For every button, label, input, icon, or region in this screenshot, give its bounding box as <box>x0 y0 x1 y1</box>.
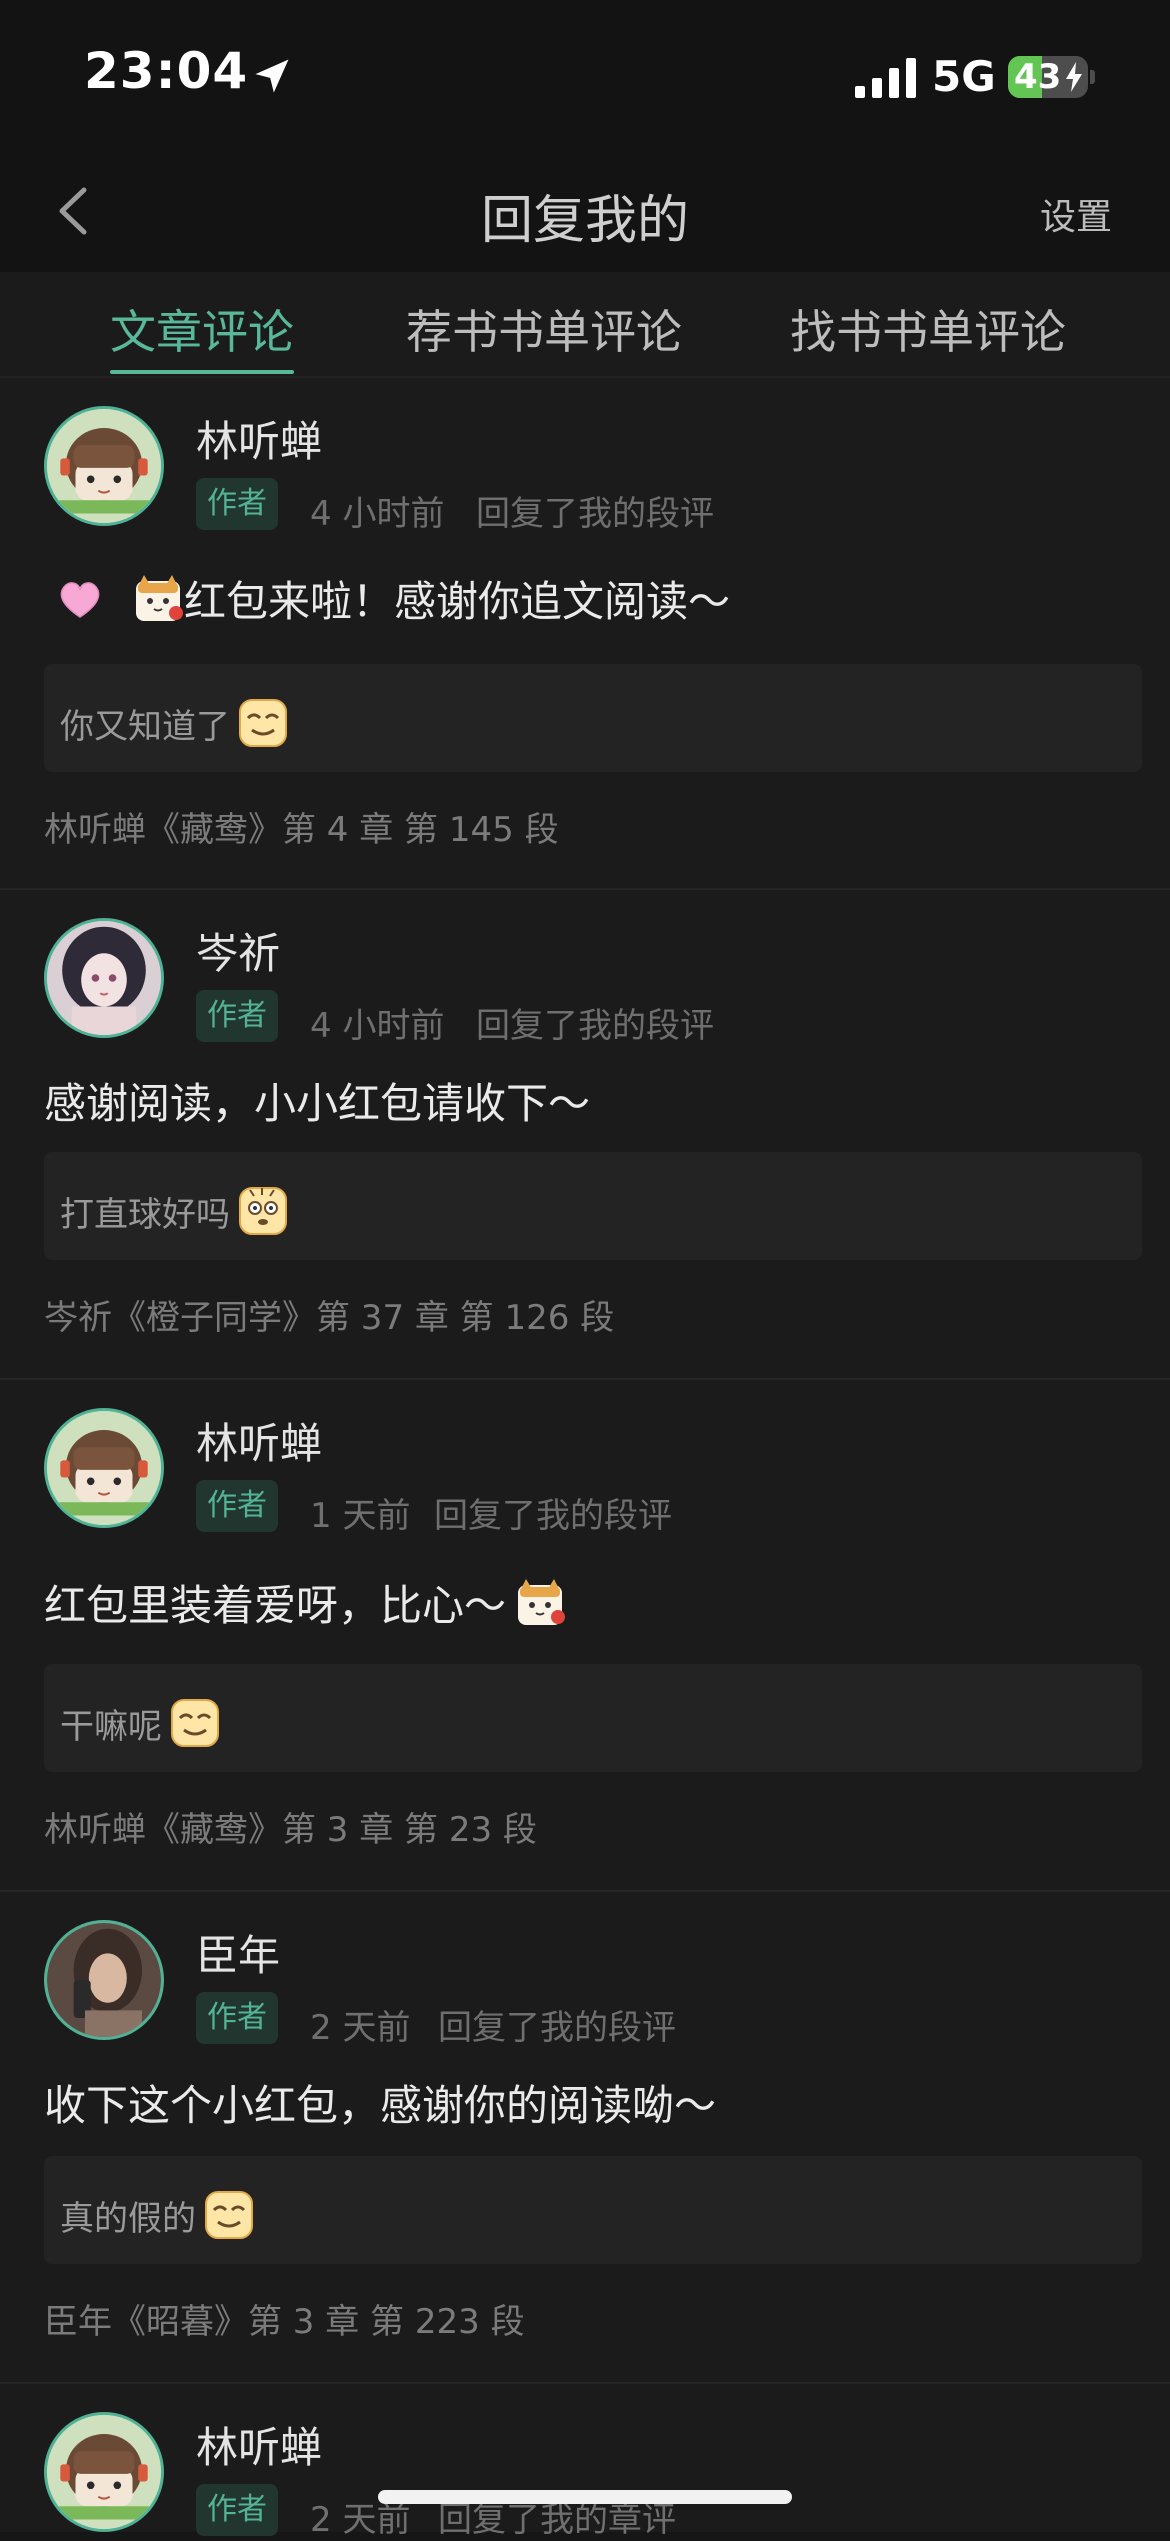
quoted-text: 你又知道了 <box>60 706 230 747</box>
charging-bolt-icon <box>1066 62 1082 92</box>
quoted-comment-text-row: 干嘛呢 <box>60 1698 220 1748</box>
author-badge: 作者 <box>196 478 278 530</box>
reply-item[interactable]: 林听蝉 作者 4 小时前 回复了我的段评 红包来啦！感谢你追文阅读～ 你又知道了… <box>0 378 1170 890</box>
quoted-comment[interactable]: 干嘛呢 <box>44 1664 1142 1772</box>
reply-item[interactable]: 岑祈 作者 4 小时前 回复了我的段评 感谢阅读，小小红包请收下～ 打直球好吗 … <box>0 890 1170 1380</box>
quoted-comment-text-row: 你又知道了 <box>60 698 288 748</box>
page-title: 回复我的 <box>480 191 689 251</box>
smug-face-emoji-icon <box>170 1698 220 1748</box>
location-arrow-icon <box>255 59 289 93</box>
chibi-girl-avatar[interactable] <box>44 2412 164 2532</box>
anime-girl-avatar[interactable] <box>44 918 164 1038</box>
author-badge: 作者 <box>196 2484 278 2536</box>
tab-recommend-booklist-comments[interactable]: 荐书书单评论 <box>406 296 682 362</box>
reply-content: 感谢阅读，小小红包请收下～ <box>44 1070 590 1131</box>
tab-bar: 文章评论 荐书书单评论 找书书单评论 <box>0 272 1170 378</box>
username[interactable]: 岑祈 <box>196 920 280 981</box>
source-reference[interactable]: 林听蝉《藏鸯》第 4 章 第 145 段 <box>44 802 559 851</box>
username[interactable]: 臣年 <box>196 1922 280 1983</box>
username[interactable]: 林听蝉 <box>196 2414 322 2475</box>
reply-action: 回复了我的段评 <box>476 1006 714 1046</box>
reply-item[interactable]: 林听蝉 作者 2 天前 回复了我的章评 <box>0 2384 1170 2540</box>
reply-text: 收下这个小红包，感谢你的阅读呦～ <box>44 2081 717 2130</box>
quoted-comment[interactable]: 真的假的 <box>44 2156 1142 2264</box>
photo-girl-avatar[interactable] <box>44 1920 164 2040</box>
quoted-text: 打直球好吗 <box>60 1194 230 1235</box>
active-tab-indicator <box>110 370 294 374</box>
battery-nub <box>1090 70 1095 84</box>
smug-face-emoji-icon <box>204 2190 254 2240</box>
author-badge: 作者 <box>196 1992 278 2044</box>
chibi-girl-avatar[interactable] <box>44 406 164 526</box>
chibi-girl-avatar[interactable] <box>44 1408 164 1528</box>
battery-icon: 43 <box>1008 56 1088 98</box>
reply-item[interactable]: 臣年 作者 2 天前 回复了我的段评 收下这个小红包，感谢你的阅读呦～ 真的假的… <box>0 1892 1170 2384</box>
reply-time: 4 小时前 <box>310 494 445 534</box>
source-reference[interactable]: 臣年《昭暮》第 3 章 第 223 段 <box>44 2294 525 2343</box>
network-type: 5G <box>932 52 996 101</box>
cat-emoji-icon <box>514 1577 566 1629</box>
quoted-comment-text-row: 真的假的 <box>60 2190 254 2240</box>
reply-text: 红包里装着爱呀，比心～ <box>44 1581 507 1630</box>
reply-content: 收下这个小红包，感谢你的阅读呦～ <box>44 2072 716 2133</box>
source-reference[interactable]: 岑祈《橙子同学》第 37 章 第 126 段 <box>44 1290 614 1339</box>
smug-face-emoji-icon <box>238 698 288 748</box>
status-time: 23:04 <box>84 42 249 100</box>
quoted-comment[interactable]: 你又知道了 <box>44 664 1142 772</box>
username[interactable]: 林听蝉 <box>196 408 322 469</box>
tab-find-booklist-comments[interactable]: 找书书单评论 <box>790 296 1066 362</box>
reply-content: 红包里装着爱呀，比心～ <box>44 1572 566 1633</box>
source-reference[interactable]: 林听蝉《藏鸯》第 3 章 第 23 段 <box>44 1802 537 1851</box>
tab-article-comments[interactable]: 文章评论 <box>110 296 294 362</box>
quoted-comment-text-row: 打直球好吗 <box>60 1186 288 1236</box>
reply-text: 感谢阅读，小小红包请收下～ <box>44 1079 591 1128</box>
battery-percentage: 43 <box>1014 57 1062 97</box>
quoted-text: 干嘛呢 <box>60 1706 162 1747</box>
reply-action: 回复了我的段评 <box>434 1496 672 1536</box>
cat-emoji-icon <box>132 573 184 625</box>
status-bar: 23:04 5G 43 <box>0 0 1170 150</box>
author-badge: 作者 <box>196 1480 278 1532</box>
heart-emoji-icon <box>54 573 106 625</box>
settings-button[interactable]: 设置 <box>1040 188 1112 240</box>
reply-time: 2 天前 <box>310 2008 411 2048</box>
reply-time: 1 天前 <box>310 1496 411 1536</box>
startled-face-emoji-icon <box>238 1186 288 1236</box>
reply-action: 回复了我的段评 <box>476 494 714 534</box>
reply-item[interactable]: 林听蝉 作者 1 天前 回复了我的段评 红包里装着爱呀，比心～ 干嘛呢 林听蝉《… <box>0 1380 1170 1892</box>
home-indicator[interactable] <box>378 2490 792 2504</box>
navigation-bar: 回复我的 设置 <box>0 150 1170 272</box>
reply-time: 4 小时前 <box>310 1006 445 1046</box>
quoted-text: 真的假的 <box>60 2198 196 2239</box>
reply-content: 红包来啦！感谢你追文阅读～ <box>54 568 730 629</box>
quoted-comment[interactable]: 打直球好吗 <box>44 1152 1142 1260</box>
reply-action: 回复了我的段评 <box>438 2008 676 2048</box>
author-badge: 作者 <box>196 990 278 1042</box>
reply-text: 红包来啦！感谢你追文阅读～ <box>184 577 731 626</box>
username[interactable]: 林听蝉 <box>196 1410 322 1471</box>
cellular-signal-icon <box>855 58 916 98</box>
